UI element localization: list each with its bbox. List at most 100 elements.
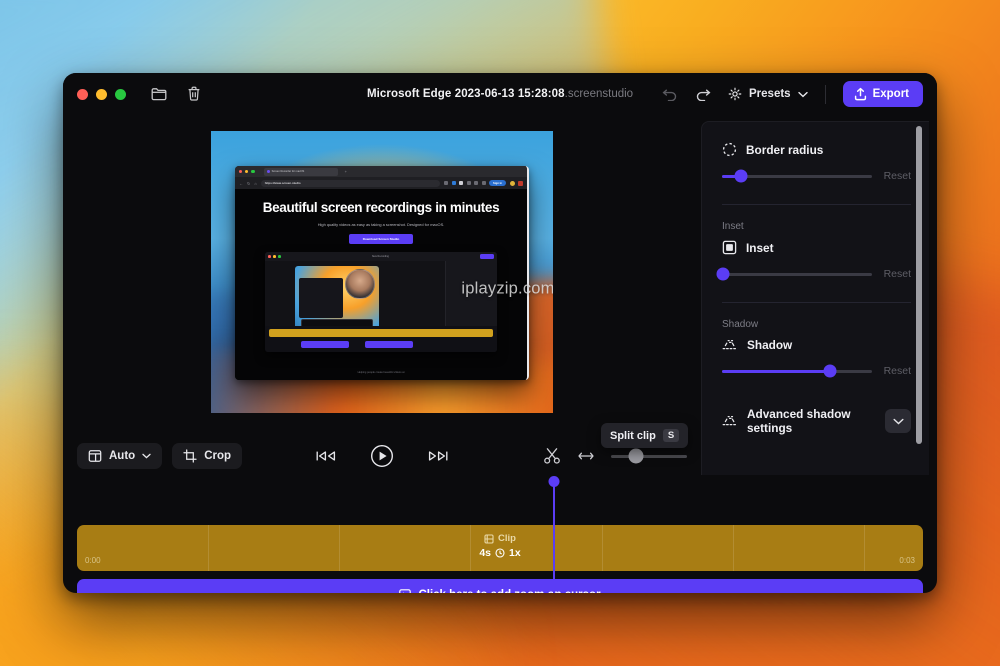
crop-label: Crop <box>204 450 232 462</box>
transport-controls <box>316 444 448 468</box>
sparkle-icon <box>728 87 742 101</box>
advanced-shadow-settings-row[interactable]: Advanced shadow settings <box>722 407 911 435</box>
clock-icon <box>495 548 505 558</box>
download-button: Download Screen Studio <box>349 233 413 244</box>
shadow-icon <box>722 339 738 352</box>
editor-area: Screen Recorder for macOS + ← ↻ ⌂ https://… <box>63 115 701 483</box>
sidebar-divider <box>722 204 911 205</box>
timeline-start-time: 0:00 <box>85 556 101 565</box>
tooltip-shortcut-key: S <box>662 429 680 442</box>
preview-stage: Screen Recorder for macOS + ← ↻ ⌂ https://… <box>63 115 701 429</box>
inset-square-icon <box>722 240 737 255</box>
signin-button: Sign in <box>489 179 506 187</box>
playhead-handle[interactable] <box>548 476 560 487</box>
nested-app-mock: New Recording <box>265 251 497 352</box>
play-icon[interactable] <box>370 444 394 468</box>
dashed-circle-icon <box>722 142 737 157</box>
inset-label: Inset <box>746 240 774 255</box>
skip-back-icon[interactable] <box>316 449 336 463</box>
close-button[interactable] <box>77 88 88 100</box>
site-subtitle: High quality videos as easy as taking a … <box>317 221 445 227</box>
auto-layout-button[interactable]: Auto <box>77 443 163 469</box>
playhead[interactable] <box>548 476 560 593</box>
mock-preview <box>295 265 379 332</box>
layout-frame-icon <box>88 449 102 463</box>
clip-label: Clip <box>498 533 516 544</box>
crop-icon <box>183 449 197 463</box>
upload-icon <box>854 87 867 101</box>
inset-section-label: Inset <box>722 221 744 232</box>
shadow-reset[interactable]: Reset <box>884 365 911 377</box>
folder-icon[interactable] <box>151 87 167 101</box>
mock-timeline <box>265 325 497 352</box>
zoom-slider[interactable] <box>611 448 687 464</box>
toolbar-divider <box>824 84 826 104</box>
border-radius-slider[interactable] <box>722 169 872 183</box>
browser-tabstrip: Screen Recorder for macOS + <box>235 166 527 177</box>
sidebar-scrollbar[interactable] <box>916 126 922 444</box>
film-frame-icon <box>484 533 494 544</box>
presets-button[interactable]: Presets <box>728 87 808 101</box>
properties-sidebar: Border radius Reset Inset Inset Reset Sh… <box>701 121 929 475</box>
export-button[interactable]: Export <box>842 81 923 107</box>
timeline: Clip 4s 1x 0:00 0:03 <box>63 476 937 593</box>
recorded-browser-window: Screen Recorder for macOS + ← ↻ ⌂ https://… <box>235 166 529 380</box>
advanced-shadow-expand-button[interactable] <box>885 409 911 433</box>
inset-section: Inset Inset Reset <box>716 221 911 281</box>
shadow-slider[interactable] <box>722 364 872 378</box>
browser-tab-title: Screen Recorder for macOS <box>271 170 305 173</box>
window-title-extension: .screenstudio <box>564 88 634 100</box>
shadow-section: Shadow Shadow Reset <box>722 319 911 378</box>
mock-webcam-bubble <box>345 268 375 299</box>
shadow-section-label: Shadow <box>722 319 759 330</box>
browser-url: https://www.screen.studio <box>260 179 441 187</box>
timeline-clip[interactable]: Clip 4s 1x 0:00 0:03 <box>77 525 923 571</box>
border-radius-section: Border radius Reset <box>722 142 911 183</box>
screen-studio-window: Microsoft Edge 2023-06-13 15:28:08.scree… <box>63 73 937 593</box>
undo-icon[interactable] <box>662 87 678 101</box>
clip-caption: Clip 4s 1x <box>77 533 923 559</box>
advanced-shadow-label: Advanced shadow settings <box>747 407 851 435</box>
fit-width-icon[interactable] <box>578 451 594 461</box>
title-bar: Microsoft Edge 2023-06-13 15:28:08.scree… <box>63 73 937 115</box>
timeline-ruler[interactable] <box>77 483 923 525</box>
app-body: Screen Recorder for macOS + ← ↻ ⌂ https://… <box>63 115 937 483</box>
border-radius-label: Border radius <box>746 142 824 157</box>
skip-forward-icon[interactable] <box>428 449 448 463</box>
chevron-down-icon <box>797 91 808 98</box>
add-zoom-label: Click here to add zoom on cursor <box>418 589 600 593</box>
border-radius-reset[interactable]: Reset <box>884 170 911 182</box>
trash-icon[interactable] <box>187 86 201 102</box>
browser-address-bar: ← ↻ ⌂ https://www.screen.studio Sign in <box>235 177 527 189</box>
site-headline: Beautiful screen recordings in minutes <box>262 200 500 215</box>
website-content: Beautiful screen recordings in minutes H… <box>235 189 527 380</box>
window-controls <box>77 88 126 100</box>
export-label: Export <box>872 88 909 100</box>
browser-tab: Screen Recorder for macOS <box>263 167 338 176</box>
chevron-down-icon <box>142 453 151 459</box>
sidebar-divider-2 <box>722 302 911 303</box>
clip-speed: 1x <box>509 547 521 559</box>
clip-duration: 4s <box>479 547 491 559</box>
inset-reset[interactable]: Reset <box>884 268 911 280</box>
inset-slider[interactable] <box>716 267 872 281</box>
preview-canvas[interactable]: Screen Recorder for macOS + ← ↻ ⌂ https://… <box>211 131 553 413</box>
split-clip-button[interactable] <box>543 447 561 465</box>
mock-title: New Recording <box>371 254 389 258</box>
tooltip-label: Split clip <box>610 429 656 442</box>
crop-button[interactable]: Crop <box>172 443 243 469</box>
site-footer: Helping people create beautiful videos a… <box>357 371 405 374</box>
split-clip-tooltip: Split clip S <box>601 423 689 448</box>
shadow-label: Shadow <box>747 338 793 352</box>
zoom-slider-thumb[interactable] <box>628 448 644 464</box>
new-tab-icon: + <box>344 169 347 174</box>
auto-label: Auto <box>109 450 136 462</box>
timeline-end-time: 0:03 <box>899 556 915 565</box>
add-zoom-bar[interactable]: Click here to add zoom on cursor <box>77 579 923 593</box>
shadow-icon <box>722 415 738 428</box>
editor-toolbar: Auto Crop Split clip S <box>63 423 701 483</box>
minimize-button[interactable] <box>96 88 107 100</box>
maximize-button[interactable] <box>115 88 126 100</box>
redo-icon[interactable] <box>695 87 711 101</box>
cursor-box-icon <box>399 589 412 593</box>
